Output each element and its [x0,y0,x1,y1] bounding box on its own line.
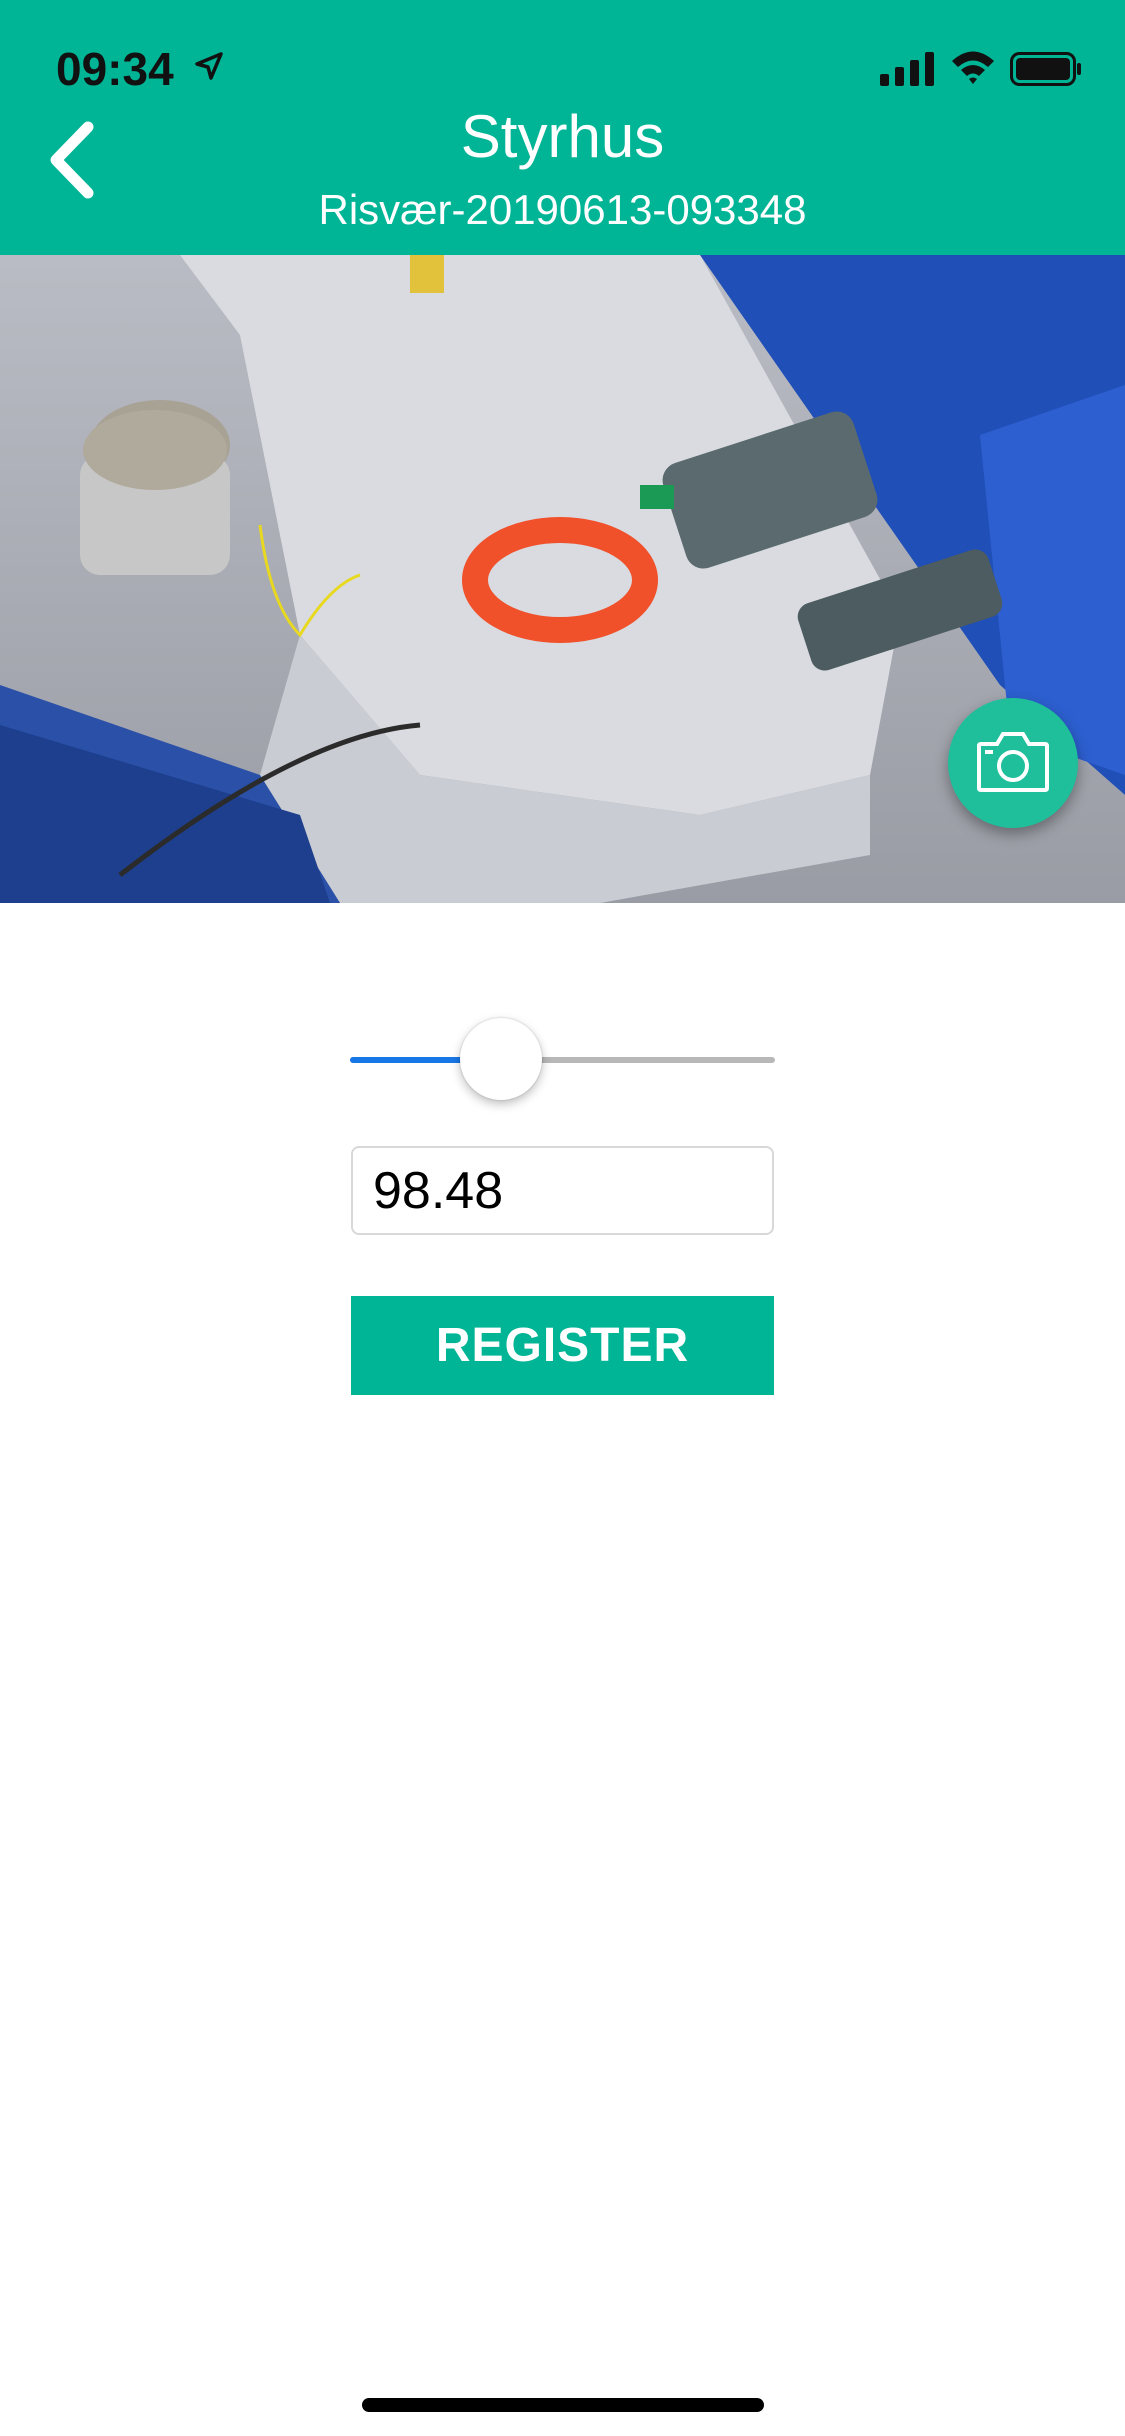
boat-photo [0,255,1125,903]
header-bar: 09:34 Styrhus Risvær-20190613-093348 [0,0,1125,255]
value-slider[interactable] [350,1005,775,1115]
camera-icon [977,732,1049,792]
home-indicator [362,2398,764,2412]
status-time: 09:34 [56,43,174,95]
value-input[interactable] [351,1146,774,1235]
camera-button[interactable] [948,698,1078,828]
page-title: Styrhus [460,103,665,170]
register-button[interactable]: REGISTER [351,1296,774,1395]
battery-icon [1010,52,1081,86]
slider-thumb[interactable] [459,1018,542,1100]
location-arrow-icon [195,52,223,80]
wifi-icon [952,51,994,84]
page-subtitle: Risvær-20190613-093348 [318,186,807,233]
signal-icon [880,52,934,86]
